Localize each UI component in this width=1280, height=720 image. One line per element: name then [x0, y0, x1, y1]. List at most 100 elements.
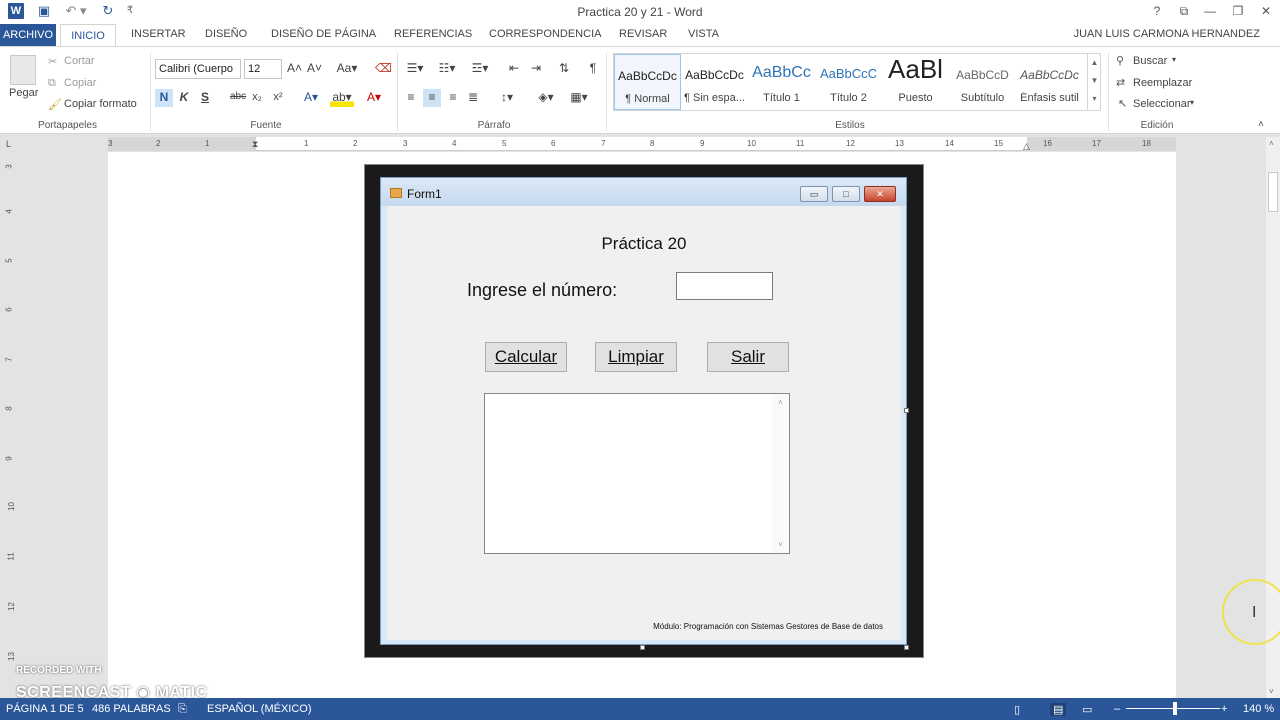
font-name-box[interactable]: Calibri (Cuerpo [155, 59, 241, 79]
copy-button[interactable]: Copiar [64, 77, 96, 89]
styles-scroll-icon[interactable]: ▲ ▼ ▾ [1087, 54, 1101, 110]
bullets-icon[interactable]: ☰▾ [403, 60, 427, 78]
resize-handle[interactable] [904, 645, 909, 650]
select-dropdown-icon[interactable]: ▾ [1190, 98, 1194, 107]
style-no-spacing[interactable]: AaBbCcDc ¶ Sin espa... [681, 54, 748, 110]
borders-icon[interactable]: ▦▾ [565, 89, 593, 107]
proofing-icon[interactable]: ⎘ [178, 703, 187, 716]
tab-selector-icon[interactable]: L [6, 139, 11, 149]
sort-icon[interactable]: ⇅ [556, 60, 572, 78]
ruler-tick: 4 [4, 209, 14, 214]
minimize-icon[interactable]: — [1198, 3, 1222, 19]
bold-button[interactable]: N [155, 89, 173, 107]
font-color-icon[interactable]: A▾ [362, 89, 386, 107]
subscript-icon[interactable]: x₂ [250, 89, 264, 107]
style-subtle-emphasis[interactable]: AaBbCcDc Énfasis sutil [1016, 54, 1083, 110]
limpiar-button: Limpiar [595, 342, 677, 372]
paste-button[interactable]: Pegar [9, 87, 38, 99]
restore-icon[interactable]: ❐ [1226, 3, 1250, 19]
align-right-icon[interactable]: ≡ [445, 89, 461, 107]
clear-formatting-icon[interactable]: ⌫ [375, 60, 392, 78]
copy-icon: ⧉ [48, 77, 56, 89]
style-normal[interactable]: AaBbCcDc ¶ Normal [614, 54, 681, 110]
ibeam-cursor-icon: I [1252, 604, 1257, 621]
change-case-icon[interactable]: Aa▾ [334, 60, 360, 78]
zoom-out-icon[interactable]: – [1114, 703, 1120, 715]
cursor-highlight [1222, 579, 1280, 645]
italic-button[interactable]: K [177, 89, 191, 107]
tab-diseno-de-pagina[interactable]: DISEÑO DE PÁGINA [271, 28, 376, 46]
form-heading: Práctica 20 [601, 234, 687, 253]
highlight-icon[interactable]: ab▾ [330, 89, 354, 107]
ruler-tick: 6 [4, 307, 14, 312]
resize-handle[interactable] [640, 645, 645, 650]
align-left-icon[interactable]: ≡ [403, 89, 419, 107]
read-mode-icon[interactable]: ▯ [1014, 703, 1020, 716]
right-indent-icon[interactable]: △ [1023, 141, 1030, 152]
close-icon[interactable]: ✕ [1254, 3, 1278, 19]
cut-button[interactable]: Cortar [64, 55, 95, 67]
word-count[interactable]: 486 PALABRAS [92, 703, 171, 715]
strikethrough-button[interactable]: abc [229, 89, 247, 107]
group-label-paragraph: Párrafo [477, 120, 511, 131]
print-layout-icon[interactable]: ▤ [1050, 703, 1067, 716]
style-sample: AaBbCcDc [685, 68, 744, 82]
format-painter-button[interactable]: Copiar formato [64, 98, 137, 110]
superscript-icon[interactable]: x² [271, 89, 285, 107]
numbering-icon[interactable]: ☷▾ [434, 60, 460, 78]
select-button[interactable]: Seleccionar [1133, 98, 1190, 110]
tab-referencias[interactable]: REFERENCIAS [394, 28, 472, 46]
scroll-down-icon[interactable]: ˅ [1269, 687, 1274, 696]
select-icon: ↖ [1118, 98, 1128, 110]
font-size-box[interactable]: 12 [244, 59, 282, 79]
tab-insertar[interactable]: INSERTAR [131, 28, 186, 46]
grow-font-icon[interactable]: A˄ [287, 60, 302, 78]
embedded-image[interactable]: Form1 ▭ □ ✕ Práctica 20 Ingrese el númer… [364, 164, 924, 658]
collapse-ribbon-icon[interactable]: ˄ [1258, 119, 1264, 130]
tab-diseno[interactable]: DISEÑO [205, 28, 247, 46]
increase-indent-icon[interactable]: ⇥ [527, 60, 545, 78]
tab-revisar[interactable]: REVISAR [619, 28, 667, 46]
style-subtitle[interactable]: AaBbCcD Subtítulo [949, 54, 1016, 110]
shading-icon[interactable]: ◈▾ [533, 89, 559, 107]
scroll-up-icon[interactable]: ˄ [1269, 139, 1274, 148]
shrink-font-icon[interactable]: A˅ [307, 60, 322, 78]
textarea-scrollbar: ˄ ˅ [772, 394, 789, 553]
page-count[interactable]: PÁGINA 1 DE 5 [6, 703, 84, 715]
multilevel-list-icon[interactable]: ☲▾ [466, 60, 494, 78]
tab-vista[interactable]: VISTA [688, 28, 719, 46]
ruler-tick: 6 [551, 139, 556, 148]
user-name[interactable]: JUAN LUIS CARMONA HERNANDEZ [1074, 28, 1260, 40]
find-dropdown-icon[interactable]: ▾ [1172, 55, 1176, 64]
line-spacing-icon[interactable]: ↕▾ [494, 89, 520, 107]
module-footer-label: Módulo: Programación con Sistemas Gestor… [653, 622, 883, 631]
ruler-tick: 17 [1092, 139, 1101, 148]
find-icon: ⚲ [1116, 55, 1125, 67]
zoom-slider-thumb[interactable] [1173, 702, 1177, 715]
help-icon[interactable]: ? [1145, 3, 1169, 19]
ruler-tick: 13 [895, 139, 904, 148]
style-heading-2[interactable]: AaBbCcC Título 2 [815, 54, 882, 110]
underline-button[interactable]: S [198, 89, 212, 107]
zoom-in-icon[interactable]: + [1221, 703, 1227, 715]
scroll-thumb[interactable] [1268, 172, 1278, 212]
tab-correspondencia[interactable]: CORRESPONDENCIA [489, 28, 601, 46]
find-button[interactable]: Buscar [1133, 55, 1167, 67]
align-center-icon[interactable]: ≡ [423, 89, 441, 107]
tab-inicio[interactable]: INICIO [60, 24, 116, 47]
paste-icon[interactable] [10, 55, 36, 85]
replace-button[interactable]: Reemplazar [1133, 77, 1192, 89]
indent-marker-icon[interactable]: ⧗ [252, 139, 258, 150]
decrease-indent-icon[interactable]: ⇤ [505, 60, 523, 78]
style-title[interactable]: AaBl Puesto [882, 54, 949, 110]
text-effects-icon[interactable]: A▾ [300, 89, 322, 107]
zoom-level[interactable]: 140 % [1243, 703, 1274, 715]
resize-handle[interactable] [904, 408, 909, 413]
show-marks-icon[interactable]: ¶ [585, 60, 601, 78]
justify-icon[interactable]: ≣ [465, 89, 481, 107]
style-heading-1[interactable]: AaBbCc Título 1 [748, 54, 815, 110]
language[interactable]: ESPAÑOL (MÉXICO) [207, 703, 312, 715]
ribbon-display-icon[interactable]: ⧉ [1172, 3, 1196, 19]
web-layout-icon[interactable]: ▭ [1082, 703, 1092, 716]
tab-archivo[interactable]: ARCHIVO [0, 24, 56, 46]
